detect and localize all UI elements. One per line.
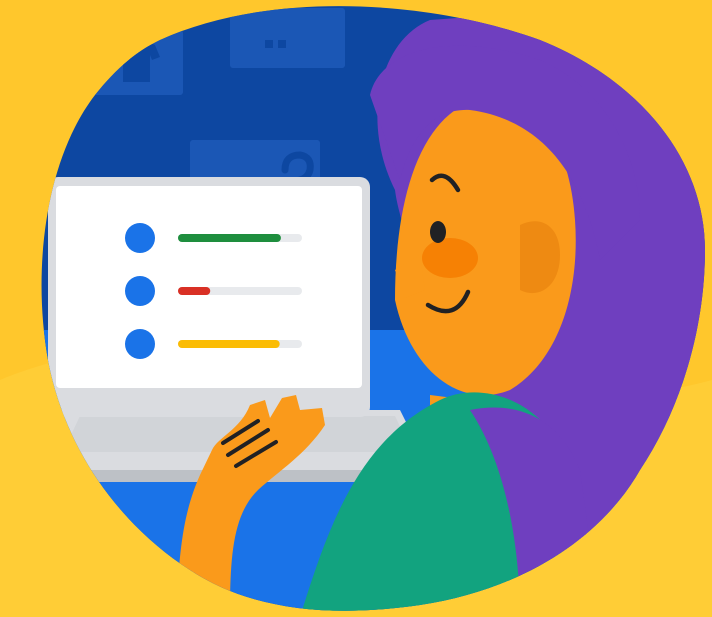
- illustration-canvas: [0, 0, 712, 617]
- cheek: [422, 238, 478, 278]
- circle-icon: [125, 276, 155, 306]
- eye: [430, 221, 446, 243]
- progress-fill-green: [178, 234, 281, 242]
- wall-frame-briefcase: [230, 8, 345, 68]
- progress-fill-red: [178, 287, 211, 295]
- circle-icon: [125, 329, 155, 359]
- progress-fill-yellow: [178, 340, 280, 348]
- illustration: [0, 0, 712, 617]
- circle-icon: [125, 223, 155, 253]
